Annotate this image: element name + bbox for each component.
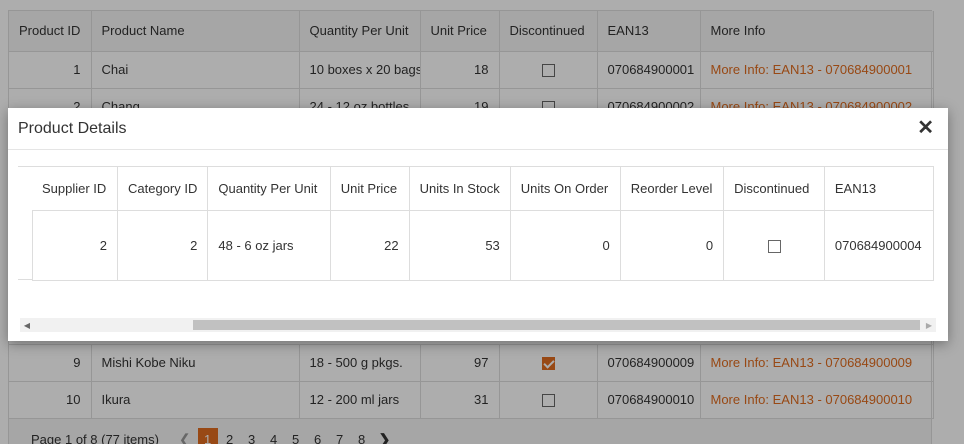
scroll-right-icon[interactable]: ▶ — [922, 318, 936, 332]
category-id-cell: 2 — [117, 210, 209, 281]
column-header-category-id[interactable]: Category ID — [117, 166, 209, 211]
column-header-ean13[interactable]: EAN13 — [824, 166, 934, 211]
ean13-cell: 070684900004 — [824, 210, 934, 281]
quantity-cell: 48 - 6 oz jars — [207, 210, 331, 281]
column-header-reorder-level[interactable]: Reorder Level — [620, 166, 725, 211]
column-header-units-on-order[interactable]: Units On Order — [510, 166, 621, 211]
detail-grid: Supplier ID Category ID Quantity Per Uni… — [18, 166, 934, 338]
column-header-unit-price[interactable]: Unit Price — [330, 166, 410, 211]
detail-table: Supplier ID Category ID Quantity Per Uni… — [32, 166, 934, 281]
detail-header-row: Supplier ID Category ID Quantity Per Uni… — [32, 166, 934, 211]
close-icon[interactable]: ✕ — [917, 118, 934, 138]
column-header-units-in-stock[interactable]: Units In Stock — [409, 166, 511, 211]
units-in-stock-cell: 53 — [409, 210, 511, 281]
scroll-left-icon[interactable]: ◀ — [20, 318, 34, 332]
discontinued-checkbox — [767, 240, 781, 254]
modal-header: Product Details ✕ — [8, 108, 948, 150]
detail-row[interactable]: 2 2 48 - 6 oz jars 22 53 0 0 07068490000… — [32, 210, 934, 281]
modal-title: Product Details — [18, 120, 127, 137]
detail-row-indicator — [18, 166, 33, 280]
horizontal-scrollbar[interactable]: ◀ ▶ — [20, 318, 936, 332]
reorder-level-cell: 0 — [620, 210, 725, 281]
discontinued-cell — [723, 210, 825, 281]
column-header-quantity-per-unit[interactable]: Quantity Per Unit — [207, 166, 331, 211]
units-on-order-cell: 0 — [510, 210, 621, 281]
product-details-modal: Product Details ✕ Supplier ID Category I… — [8, 108, 948, 341]
column-header-discontinued[interactable]: Discontinued — [723, 166, 825, 211]
unit-price-cell: 22 — [330, 210, 410, 281]
supplier-id-cell: 2 — [32, 210, 118, 281]
column-header-supplier-id[interactable]: Supplier ID — [32, 166, 118, 211]
scrollbar-thumb[interactable] — [193, 320, 920, 330]
